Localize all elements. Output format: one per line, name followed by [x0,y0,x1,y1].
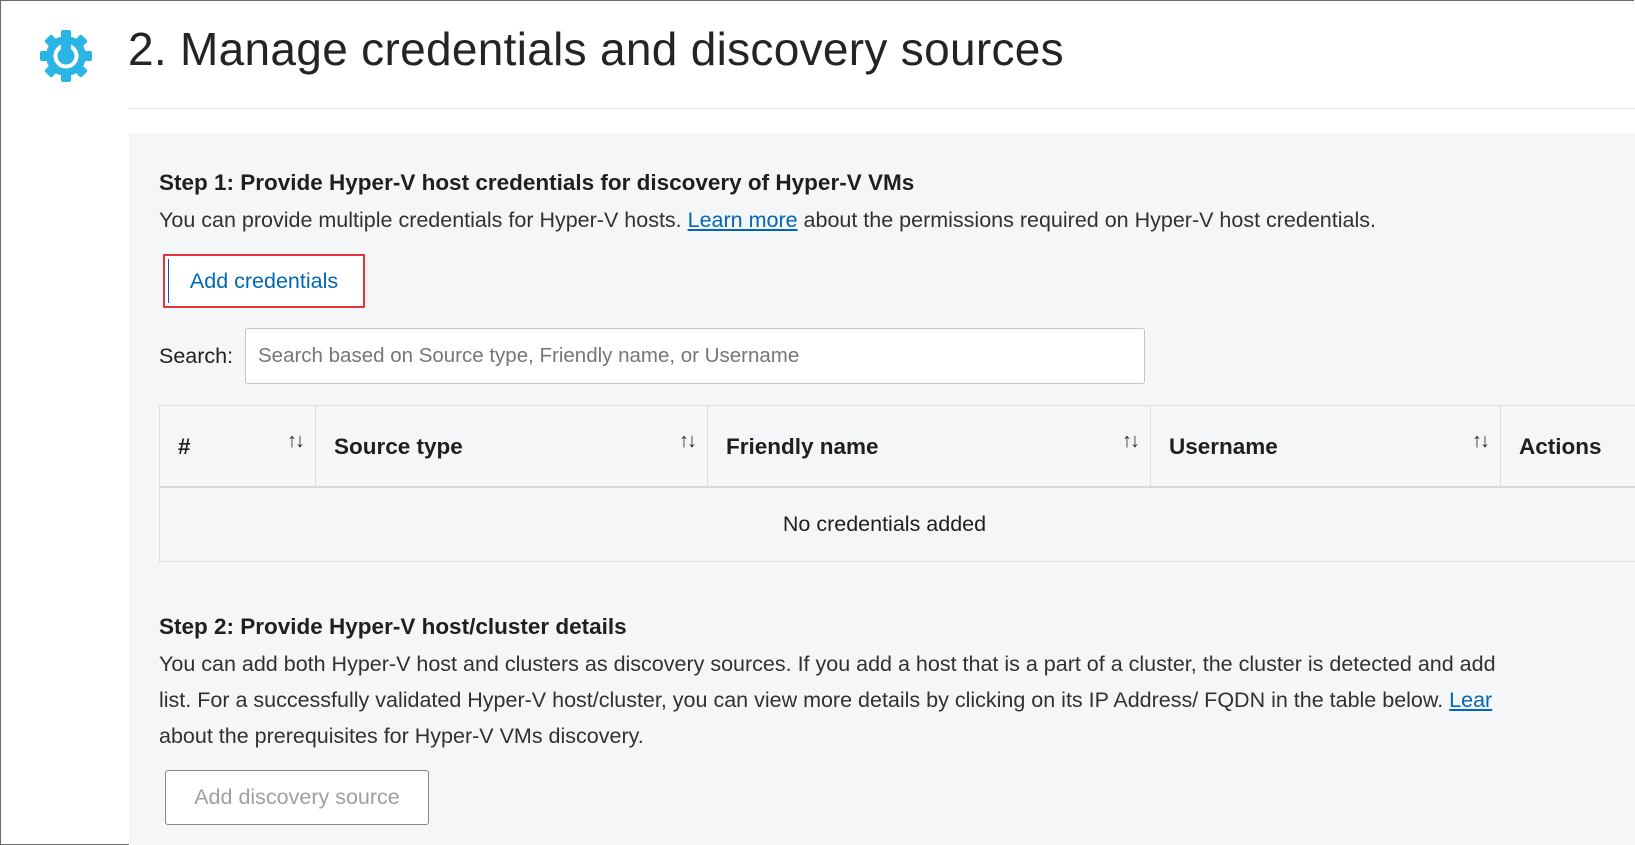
title-divider [129,108,1635,109]
step1-desc-text: You can provide multiple credentials for… [159,208,688,232]
column-label: Friendly name [726,434,879,459]
credentials-table: # ↑↓ Source type ↑↓ Friendly name ↑↓ Use… [159,405,1635,562]
table-header: # ↑↓ Source type ↑↓ Friendly name ↑↓ Use… [160,406,1635,488]
step2-description-line3: about the prerequisites for Hyper-V VMs … [159,724,644,748]
gear-icon [40,30,92,82]
column-label: # [178,434,191,459]
column-header-actions: Actions [1501,406,1635,486]
empty-message: No credentials added [782,512,987,536]
step2-heading: Step 2: Provide Hyper-V host/cluster det… [159,614,627,639]
sort-icon[interactable]: ↑↓ [287,430,305,453]
learn-more-link[interactable]: Learn more [688,208,798,232]
column-header-friendly-name[interactable]: Friendly name ↑↓ [708,406,1151,486]
column-header-username[interactable]: Username ↑↓ [1151,406,1501,486]
add-discovery-source-button: Add discovery source [165,770,429,825]
page-title: 2. Manage credentials and discovery sour… [128,23,1064,75]
column-header-source-type[interactable]: Source type ↑↓ [316,406,708,486]
sort-icon[interactable]: ↑↓ [1122,430,1140,453]
add-credentials-button[interactable]: Add credentials [163,254,365,308]
column-label: Source type [334,434,463,459]
step2-description-line1: You can add both Hyper-V host and cluste… [159,652,1496,676]
step1-heading: Step 1: Provide Hyper-V host credentials… [159,170,915,195]
step1-desc-text-after: about the permissions required on Hyper-… [797,208,1376,232]
step2-description-line2: list. For a successfully validated Hyper… [159,682,1492,718]
column-label: Username [1169,434,1278,459]
column-label: Actions [1519,434,1602,459]
step2-line2-text: list. For a successfully validated Hyper… [159,688,1450,712]
search-label: Search: [159,344,234,368]
table-empty-row: No credentials added [160,488,1635,561]
step1-description: You can provide multiple credentials for… [159,202,1376,238]
search-input[interactable] [245,328,1145,384]
sort-icon[interactable]: ↑↓ [1472,430,1490,453]
sort-icon[interactable]: ↑↓ [679,430,697,453]
learn-more-link-step2[interactable]: Lear [1449,688,1492,712]
column-header-number[interactable]: # ↑↓ [160,406,316,486]
